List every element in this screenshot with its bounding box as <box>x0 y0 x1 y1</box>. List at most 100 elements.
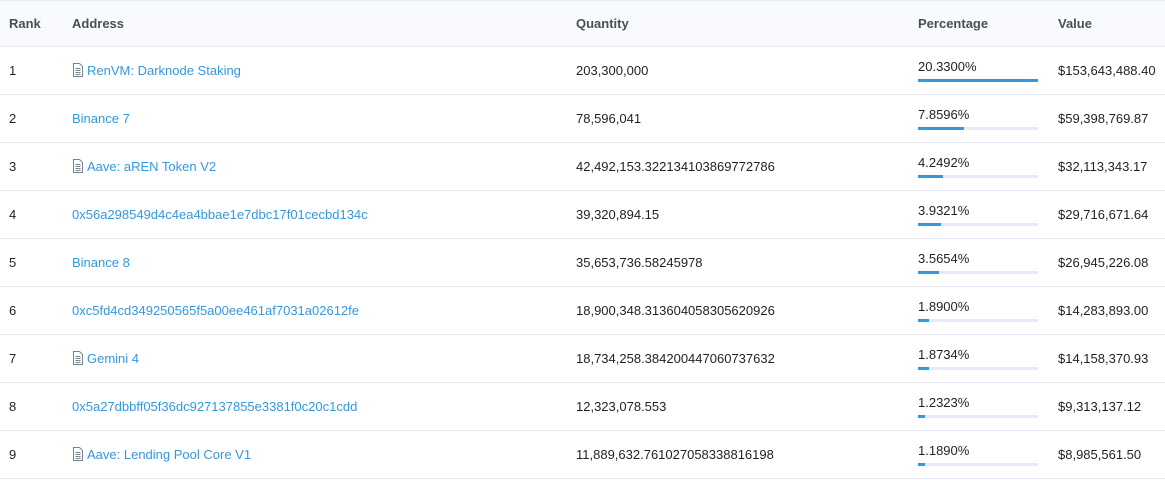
percentage-text: 20.3300% <box>918 59 977 74</box>
percentage-bar-fill <box>918 127 964 130</box>
quantity-cell: 18,734,258.384200447060737632 <box>576 334 918 383</box>
header-percentage: Percentage <box>918 0 1058 47</box>
address-link[interactable]: Gemini 4 <box>87 351 139 366</box>
table-row: 5 Binance 8 35,653,736.58245978 3.5654% … <box>0 238 1165 287</box>
address-cell: Binance 8 <box>72 238 576 287</box>
percentage-bar-track <box>918 319 1038 322</box>
percentage-text: 1.1890% <box>918 443 970 458</box>
percentage-bar-track <box>918 367 1038 370</box>
address-cell: Aave: aREN Token V2 <box>72 142 576 191</box>
percentage-cell: 1.8734% <box>918 334 1058 383</box>
percentage-bar-fill <box>918 367 929 370</box>
percentage-bar-fill <box>918 271 939 274</box>
table-row: 9 Aave: Lending Pool Core V1 11,889,632.… <box>0 430 1165 479</box>
percentage-bar-track <box>918 463 1038 466</box>
rank-cell: 2 <box>0 94 72 143</box>
percentage-bar-track <box>918 415 1038 418</box>
percentage-bar-track <box>918 175 1038 178</box>
address-link[interactable]: 0x56a298549d4c4ea4bbae1e7dbc17f01cecbd13… <box>72 207 368 222</box>
holders-table: Rank Address Quantity Percentage Value 1… <box>0 0 1165 479</box>
rank-cell: 7 <box>0 334 72 383</box>
percentage-text: 3.9321% <box>918 203 970 218</box>
percentage-bar-track <box>918 271 1038 274</box>
address-cell: 0x5a27dbbff05f36dc927137855e3381f0c20c1c… <box>72 382 576 431</box>
quantity-cell: 78,596,041 <box>576 94 918 143</box>
percentage-bar-fill <box>918 463 925 466</box>
rank-cell: 4 <box>0 190 72 239</box>
percentage-text: 3.5654% <box>918 251 970 266</box>
quantity-cell: 11,889,632.761027058338816198 <box>576 430 918 479</box>
table-row: 3 Aave: aREN Token V2 42,492,153.3221341… <box>0 142 1165 191</box>
percentage-text: 4.2492% <box>918 155 970 170</box>
quantity-cell: 42,492,153.322134103869772786 <box>576 142 918 191</box>
table-header: Rank Address Quantity Percentage Value <box>0 0 1165 47</box>
address-cell: Binance 7 <box>72 94 576 143</box>
percentage-cell: 4.2492% <box>918 142 1058 191</box>
address-cell: 0xc5fd4cd349250565f5a00ee461af7031a02612… <box>72 286 576 335</box>
percentage-text: 7.8596% <box>918 107 970 122</box>
quantity-cell: 18,900,348.313604058305620926 <box>576 286 918 335</box>
address-link[interactable]: Aave: aREN Token V2 <box>87 159 216 174</box>
value-cell: $29,716,671.64 <box>1058 190 1165 239</box>
contract-document-icon <box>72 447 84 461</box>
percentage-cell: 3.5654% <box>918 238 1058 287</box>
value-cell: $26,945,226.08 <box>1058 238 1165 287</box>
value-cell: $153,643,488.40 <box>1058 46 1165 95</box>
percentage-cell: 3.9321% <box>918 190 1058 239</box>
quantity-cell: 39,320,894.15 <box>576 190 918 239</box>
contract-document-icon <box>72 351 84 365</box>
header-address: Address <box>72 0 576 47</box>
address-cell: RenVM: Darknode Staking <box>72 46 576 95</box>
address-link[interactable]: Aave: Lending Pool Core V1 <box>87 447 251 462</box>
address-link[interactable]: Binance 7 <box>72 111 130 126</box>
address-cell: Aave: Lending Pool Core V1 <box>72 430 576 479</box>
percentage-text: 1.2323% <box>918 395 970 410</box>
table-row: 1 RenVM: Darknode Staking 203,300,000 20… <box>0 46 1165 95</box>
percentage-bar-fill <box>918 79 1038 82</box>
table-row: 8 0x5a27dbbff05f36dc927137855e3381f0c20c… <box>0 382 1165 431</box>
rank-cell: 9 <box>0 430 72 479</box>
percentage-cell: 1.1890% <box>918 430 1058 479</box>
percentage-bar-fill <box>918 319 929 322</box>
percentage-cell: 7.8596% <box>918 94 1058 143</box>
address-link[interactable]: 0xc5fd4cd349250565f5a00ee461af7031a02612… <box>72 303 359 318</box>
percentage-bar-fill <box>918 175 943 178</box>
address-link[interactable]: RenVM: Darknode Staking <box>87 63 241 78</box>
percentage-cell: 20.3300% <box>918 46 1058 95</box>
rank-cell: 1 <box>0 46 72 95</box>
rank-cell: 8 <box>0 382 72 431</box>
rank-cell: 6 <box>0 286 72 335</box>
contract-document-icon <box>72 159 84 173</box>
quantity-cell: 35,653,736.58245978 <box>576 238 918 287</box>
address-cell: 0x56a298549d4c4ea4bbae1e7dbc17f01cecbd13… <box>72 190 576 239</box>
percentage-bar-fill <box>918 415 925 418</box>
value-cell: $14,283,893.00 <box>1058 286 1165 335</box>
percentage-text: 1.8734% <box>918 347 970 362</box>
address-link[interactable]: 0x5a27dbbff05f36dc927137855e3381f0c20c1c… <box>72 399 357 414</box>
table-row: 6 0xc5fd4cd349250565f5a00ee461af7031a026… <box>0 286 1165 335</box>
percentage-bar-fill <box>918 223 941 226</box>
percentage-bar-track <box>918 223 1038 226</box>
percentage-text: 1.8900% <box>918 299 970 314</box>
table-row: 2 Binance 7 78,596,041 7.8596% $59,398,7… <box>0 94 1165 143</box>
address-link[interactable]: Binance 8 <box>72 255 130 270</box>
percentage-cell: 1.2323% <box>918 382 1058 431</box>
table-body: 1 RenVM: Darknode Staking 203,300,000 20… <box>0 46 1165 479</box>
value-cell: $8,985,561.50 <box>1058 430 1165 479</box>
header-rank: Rank <box>0 0 72 47</box>
value-cell: $32,113,343.17 <box>1058 142 1165 191</box>
percentage-bar-track <box>918 79 1038 82</box>
header-quantity: Quantity <box>576 0 918 47</box>
percentage-bar-track <box>918 127 1038 130</box>
table-row: 4 0x56a298549d4c4ea4bbae1e7dbc17f01cecbd… <box>0 190 1165 239</box>
quantity-cell: 12,323,078.553 <box>576 382 918 431</box>
rank-cell: 5 <box>0 238 72 287</box>
value-cell: $14,158,370.93 <box>1058 334 1165 383</box>
rank-cell: 3 <box>0 142 72 191</box>
quantity-cell: 203,300,000 <box>576 46 918 95</box>
value-cell: $9,313,137.12 <box>1058 382 1165 431</box>
address-cell: Gemini 4 <box>72 334 576 383</box>
header-value: Value <box>1058 0 1165 47</box>
contract-document-icon <box>72 63 84 77</box>
value-cell: $59,398,769.87 <box>1058 94 1165 143</box>
